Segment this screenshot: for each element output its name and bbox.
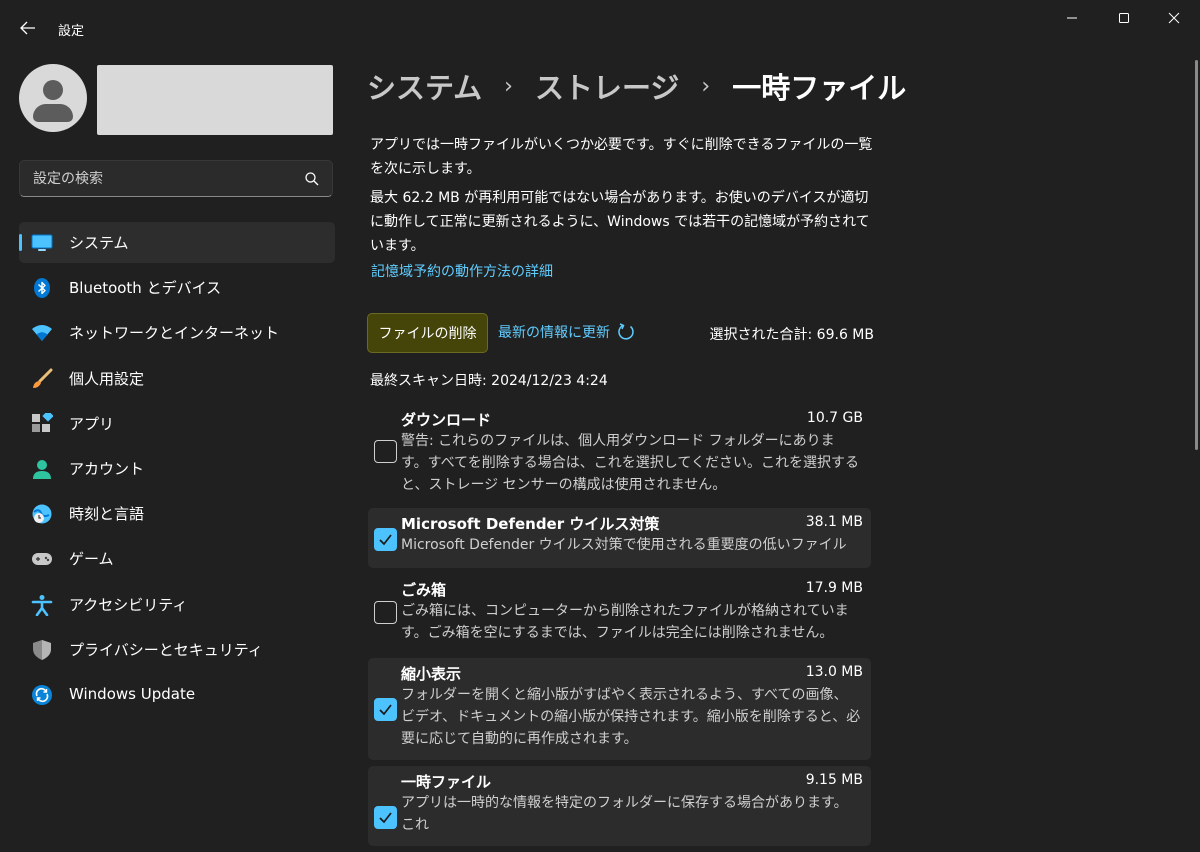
title-bar: 設定 <box>0 0 1200 48</box>
file-item-name: 縮小表示 <box>401 665 462 683</box>
file-item-thumbnails[interactable]: 縮小表示 13.0 MB フォルダーを開くと縮小版がすばやく表示されるよう、すべ… <box>368 658 871 760</box>
file-item-defender[interactable]: Microsoft Defender ウイルス対策 38.1 MB Micros… <box>368 508 871 568</box>
sidebar-nav: システム Bluetooth とデバイス ネットワークとインターネット 個人用設… <box>19 222 335 719</box>
file-item-description: 警告: これらのファイルは、個人用ダウンロード フォルダーにあります。すべてを削… <box>401 433 859 493</box>
refresh-icon <box>618 323 634 340</box>
search-icon[interactable] <box>304 171 320 187</box>
minimize-icon <box>1067 17 1077 19</box>
selected-total: 選択された合計: 69.6 MB <box>709 327 874 343</box>
sidebar-item-privacy-security[interactable]: プライバシーとセキュリティ <box>19 629 335 670</box>
file-item-name: ダウンロード <box>401 411 492 429</box>
checkbox-recycle-bin[interactable] <box>374 601 397 624</box>
account-icon <box>31 458 53 480</box>
sidebar-item-label: 時刻と言語 <box>69 505 145 524</box>
checkmark-icon <box>379 534 392 546</box>
reserved-storage-text: 最大 62.2 MB が再利用可能ではない場合があります。お使いのデバイスが適切… <box>370 190 870 254</box>
brush-icon <box>31 368 53 390</box>
file-item-size: 9.15 MB <box>805 772 863 788</box>
back-arrow-icon <box>20 21 35 35</box>
sidebar-item-accounts[interactable]: アカウント <box>19 448 335 489</box>
checkbox-downloads[interactable] <box>374 440 397 463</box>
file-item-name: 一時ファイル <box>401 773 492 791</box>
description-text: アプリでは一時ファイルがいくつか必要です。すぐに削除できるファイルの一覧を次に示… <box>370 137 873 177</box>
sidebar-item-label: Windows Update <box>69 685 196 704</box>
sidebar-item-label: アクセシビリティ <box>69 595 188 614</box>
sidebar-item-personalization[interactable]: 個人用設定 <box>19 358 335 399</box>
file-item-description: Microsoft Defender ウイルス対策で使用される重要度の低いファイ… <box>401 537 847 553</box>
bluetooth-icon <box>31 277 53 299</box>
back-button[interactable] <box>14 16 42 40</box>
breadcrumb-system[interactable]: システム <box>367 65 482 107</box>
file-item-name: ごみ箱 <box>401 581 447 599</box>
sidebar-item-label: Bluetooth とデバイス <box>69 279 222 298</box>
last-scan-time: 最終スキャン日時: 2024/12/23 4:24 <box>370 373 608 389</box>
settings-search[interactable] <box>19 160 333 197</box>
checkbox-defender[interactable] <box>374 528 397 551</box>
search-input[interactable] <box>20 161 300 196</box>
refresh-label: 最新の情報に更新 <box>498 325 610 341</box>
sidebar-item-label: 個人用設定 <box>69 369 145 388</box>
system-icon <box>31 232 53 254</box>
avatar-head-icon <box>43 80 63 100</box>
apps-icon <box>31 412 53 435</box>
sidebar-item-label: システム <box>69 234 129 252</box>
minimize-button[interactable] <box>1044 0 1100 36</box>
delete-files-button[interactable]: ファイルの削除 <box>367 313 488 353</box>
close-icon <box>1168 12 1180 24</box>
file-category-list: ダウンロード 10.7 GB 警告: これらのファイルは、個人用ダウンロード フ… <box>368 404 871 852</box>
avatar-body-icon <box>33 104 73 122</box>
file-item-recycle-bin[interactable]: ごみ箱 17.9 MB ごみ箱には、コンピューターから削除されたファイルが格納さ… <box>368 574 871 652</box>
checkbox-thumbnails[interactable] <box>374 698 397 721</box>
file-item-downloads[interactable]: ダウンロード 10.7 GB 警告: これらのファイルは、個人用ダウンロード フ… <box>368 404 871 502</box>
file-item-description: フォルダーを開くと縮小版がすばやく表示されるよう、すべての画像、ビデオ、ドキュメ… <box>401 687 861 747</box>
sidebar-item-label: アプリ <box>69 414 115 433</box>
sidebar-item-windows-update[interactable]: Windows Update <box>19 674 335 715</box>
page-title: 一時ファイル <box>732 71 907 105</box>
sidebar-item-label: アカウント <box>69 459 145 478</box>
storage-reserve-link[interactable]: 記憶域予約の動作方法の詳細 <box>371 261 553 281</box>
refresh-button[interactable]: 最新の情報に更新 <box>498 322 636 342</box>
time-language-icon <box>31 503 53 525</box>
sidebar-item-apps[interactable]: アプリ <box>19 403 335 444</box>
sidebar-item-network[interactable]: ネットワークとインターネット <box>19 312 335 353</box>
maximize-button[interactable] <box>1096 0 1152 36</box>
breadcrumb-separator: › <box>504 73 513 99</box>
accessibility-icon <box>31 594 53 616</box>
file-item-name: Microsoft Defender ウイルス対策 <box>401 515 660 533</box>
close-button[interactable] <box>1146 0 1200 36</box>
checkmark-icon <box>379 704 392 716</box>
avatar[interactable] <box>19 64 87 132</box>
shield-icon <box>31 639 53 661</box>
file-item-size: 10.7 GB <box>806 410 863 426</box>
gamepad-icon <box>31 548 53 570</box>
update-icon <box>31 684 53 706</box>
checkmark-icon <box>379 812 392 824</box>
file-item-size: 38.1 MB <box>805 514 863 530</box>
sidebar-item-label: プライバシーとセキュリティ <box>69 640 263 659</box>
sidebar-item-bluetooth[interactable]: Bluetooth とデバイス <box>19 267 335 308</box>
file-item-description: アプリは一時的な情報を特定のフォルダーに保存する場合があります。これ <box>401 795 848 833</box>
breadcrumb-separator: › <box>701 73 711 99</box>
maximize-icon <box>1119 13 1129 23</box>
scrollbar[interactable] <box>1195 60 1198 450</box>
wifi-icon <box>31 322 53 344</box>
file-item-size: 13.0 MB <box>805 664 863 680</box>
user-info-redacted <box>97 65 333 135</box>
active-indicator <box>19 234 22 251</box>
sidebar-item-accessibility[interactable]: アクセシビリティ <box>19 584 335 625</box>
sidebar-item-label: ネットワークとインターネット <box>69 324 280 343</box>
checkbox-temporary-files[interactable] <box>374 806 397 829</box>
sidebar-item-label: ゲーム <box>69 550 114 569</box>
sidebar-item-gaming[interactable]: ゲーム <box>19 538 335 579</box>
file-item-temporary-files[interactable]: 一時ファイル 9.15 MB アプリは一時的な情報を特定のフォルダーに保存する場… <box>368 766 871 846</box>
sidebar-item-time-language[interactable]: 時刻と言語 <box>19 493 335 534</box>
breadcrumb-storage[interactable]: ストレージ <box>535 65 679 107</box>
file-item-size: 17.9 MB <box>805 580 863 596</box>
app-title: 設定 <box>58 24 85 39</box>
sidebar-item-system[interactable]: システム <box>19 222 335 263</box>
breadcrumb: システム › ストレージ › 一時ファイル <box>367 64 906 108</box>
file-item-description: ごみ箱には、コンピューターから削除されたファイルが格納されています。ごみ箱を空に… <box>401 603 849 641</box>
